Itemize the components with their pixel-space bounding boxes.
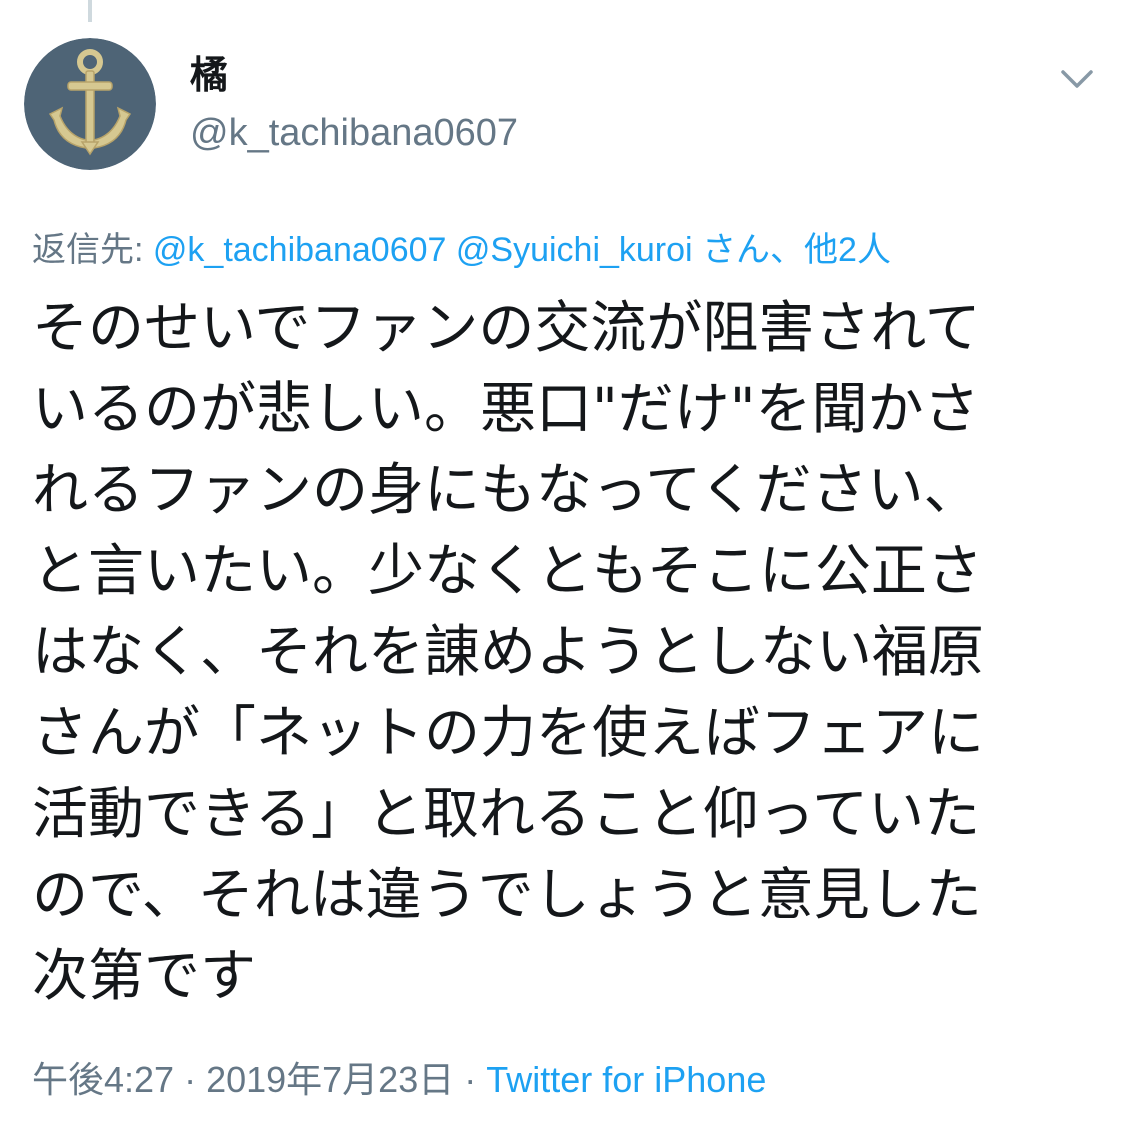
anchor-icon bbox=[24, 38, 156, 170]
thread-connector-line bbox=[88, 0, 92, 22]
user-handle[interactable]: @k_tachibana0607 bbox=[190, 114, 518, 152]
reply-to-label: 返信先: bbox=[32, 231, 153, 269]
avatar[interactable] bbox=[24, 38, 156, 170]
tweet-metadata: 午後4:27 · 2019年7月23日 · Twitter for iPhone bbox=[32, 1058, 766, 1102]
tweet-text-line: はなく、それを諌めようとしない福原 bbox=[32, 620, 984, 685]
display-name[interactable]: 橘 bbox=[190, 56, 228, 94]
mention-link[interactable]: @k_tachibana0607 bbox=[153, 231, 447, 269]
chevron-down-icon[interactable] bbox=[1057, 62, 1097, 94]
tweet-text-line: と言いたい。少なくともそこに公正さ bbox=[32, 539, 983, 604]
reply-to-line: 返信先: @k_tachibana0607 @Syuichi_kuroi さん、… bbox=[32, 228, 891, 272]
tweet-text-line: そのせいでファンの交流が阻害されて bbox=[32, 296, 981, 361]
tweet-text-line: れるファンの身にもなってください、 bbox=[32, 458, 980, 523]
tweet-text-line: 活動できる」と取れること仰っていた bbox=[32, 782, 981, 847]
tweet-text: そのせいでファンの交流が阻害されて いるのが悲しい。悪口"だけ"を聞かさ れるフ… bbox=[32, 288, 1102, 1017]
tweet-text-line: いるのが悲しい。悪口"だけ"を聞かさ bbox=[32, 377, 980, 442]
others-link[interactable]: さん、他2人 bbox=[702, 231, 891, 269]
tweet-text-line: ので、それは違うでしょうと意見した bbox=[32, 863, 982, 928]
tweet-text-line: さんが「ネットの力を使えばフェアに bbox=[32, 701, 984, 766]
tweet-date[interactable]: 2019年7月23日 bbox=[206, 1059, 454, 1100]
tweet-text-line: 次第です bbox=[32, 944, 256, 1009]
tweet-time[interactable]: 午後4:27 bbox=[32, 1059, 174, 1100]
tweet-source-link[interactable]: Twitter for iPhone bbox=[486, 1059, 766, 1100]
meta-separator: · bbox=[454, 1059, 487, 1100]
mention-link[interactable]: @Syuichi_kuroi bbox=[456, 231, 693, 269]
meta-separator: · bbox=[174, 1059, 207, 1100]
